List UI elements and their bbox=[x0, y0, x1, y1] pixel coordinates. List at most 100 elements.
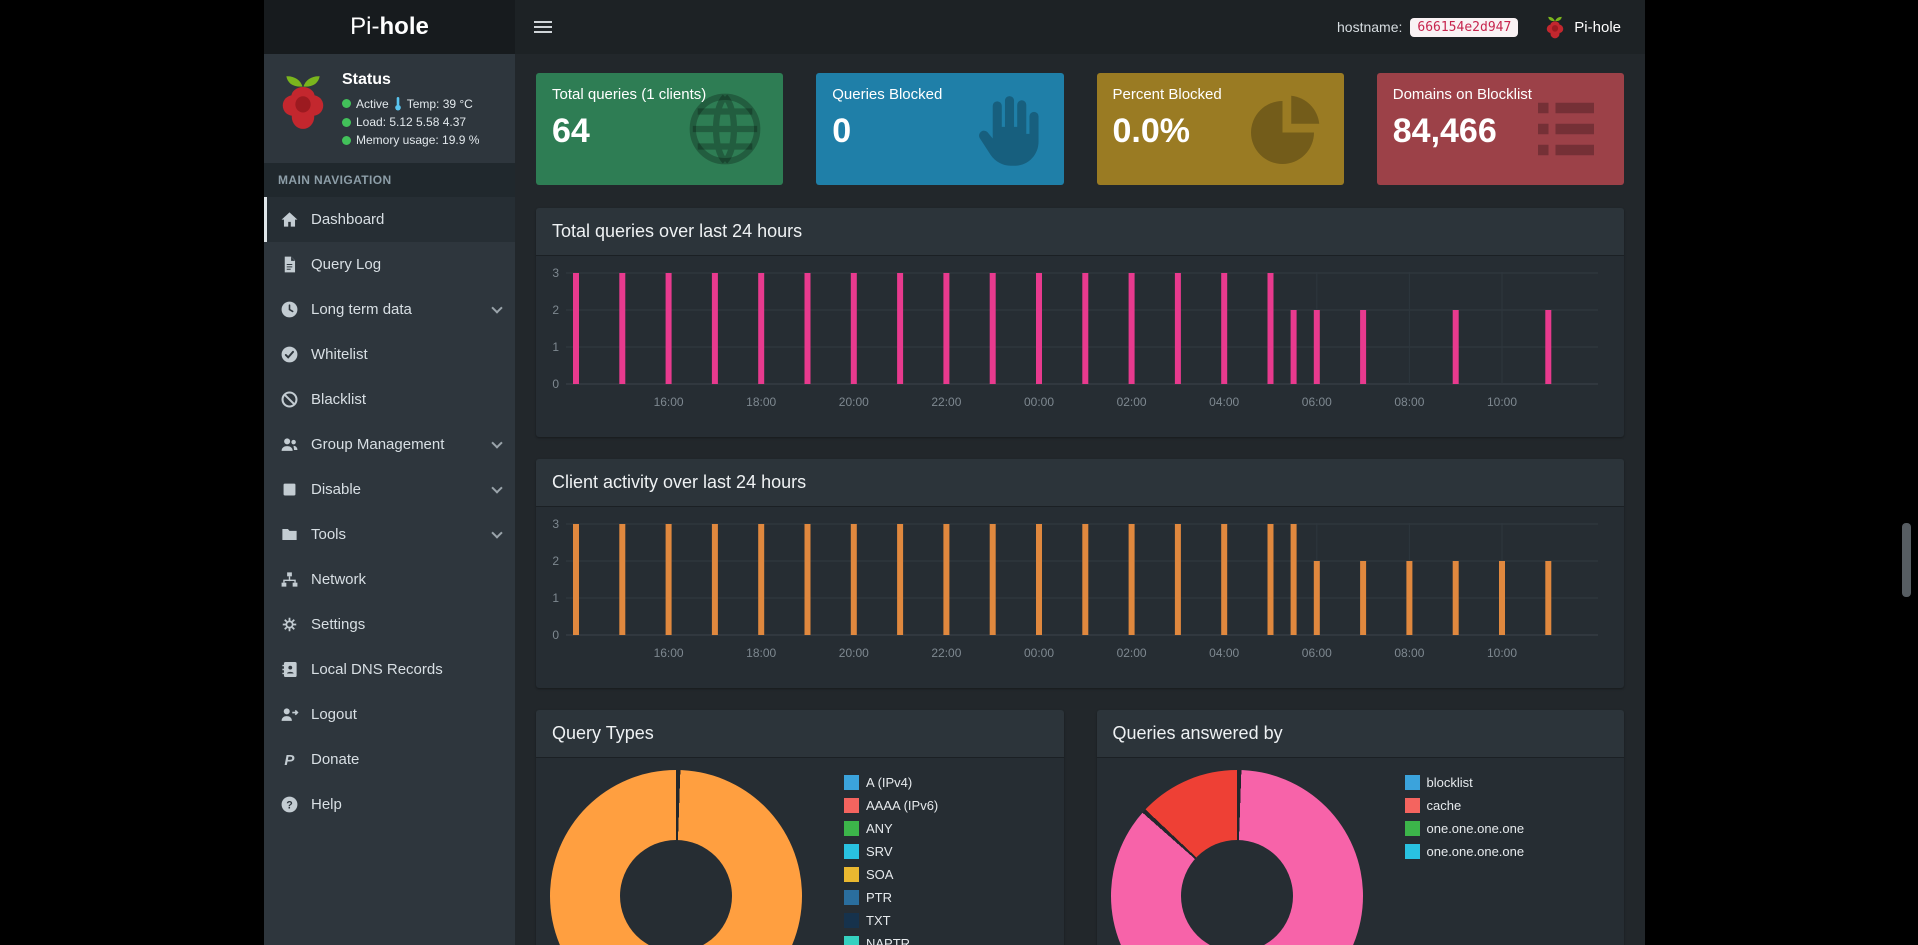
sidebar-item-label: Logout bbox=[311, 706, 357, 723]
sidebar-item-tools[interactable]: Tools bbox=[264, 512, 515, 557]
status-active-label: Active bbox=[356, 96, 389, 111]
sidebar-item-label: Network bbox=[311, 571, 367, 588]
svg-text:1: 1 bbox=[552, 340, 559, 354]
svg-text:00:00: 00:00 bbox=[1024, 395, 1054, 409]
panel-header: Client activity over last 24 hours bbox=[536, 459, 1624, 507]
svg-text:3: 3 bbox=[552, 517, 559, 531]
bar-chart-svg: 0 1 2 3 16:00 18:00 20:00 22:00 00:00 02:00 04:00 0… bbox=[552, 517, 1598, 660]
svg-text:08:00: 08:00 bbox=[1394, 395, 1424, 409]
legend-item[interactable]: cache bbox=[1404, 798, 1525, 813]
file-icon bbox=[280, 255, 299, 274]
pihole-app: Pi-hole hostname: 666154e2d947 Pi-hole S… bbox=[264, 0, 1645, 945]
legend-item[interactable]: PTR bbox=[844, 890, 938, 905]
sidebar-item-label: Local DNS Records bbox=[311, 661, 443, 678]
sidebar-item-label: Donate bbox=[311, 751, 360, 768]
topbar: Pi-hole hostname: 666154e2d947 Pi-hole bbox=[264, 0, 1645, 54]
sidebar-item-label: Whitelist bbox=[311, 346, 368, 363]
panel-header: Query Types bbox=[536, 710, 1064, 758]
legend-item[interactable]: SOA bbox=[844, 867, 938, 882]
topbar-right: hostname: 666154e2d947 Pi-hole bbox=[1337, 0, 1645, 54]
sidebar-toggle-button[interactable] bbox=[515, 0, 571, 54]
folder-icon bbox=[280, 525, 299, 544]
sidebar-item-network[interactable]: Network bbox=[264, 557, 515, 602]
queries-answered-chart: blocklist cache one.one.one.one one.one.one… bbox=[1097, 758, 1625, 945]
legend-label: SOA bbox=[866, 867, 894, 882]
svg-text:0: 0 bbox=[552, 628, 559, 642]
stat-card-percent-blocked: Percent Blocked 0.0% bbox=[1096, 73, 1344, 185]
sidebar-item-donate[interactable]: P Donate bbox=[264, 737, 515, 782]
panel-title: Client activity over last 24 hours bbox=[552, 472, 807, 492]
sidebar-item-logout[interactable]: Logout bbox=[264, 692, 515, 737]
brand-logo-link[interactable]: Pi-hole bbox=[264, 0, 515, 54]
total-queries-chart: 0 1 2 3 16:00 18:00 20:00 22:00 00:00 02:00 04:00 0… bbox=[536, 256, 1624, 437]
sidebar-item-blacklist[interactable]: Blacklist bbox=[264, 377, 515, 422]
sidebar-item-label: Dashboard bbox=[311, 211, 385, 228]
legend-item[interactable]: TXT bbox=[844, 913, 938, 928]
svg-text:06:00: 06:00 bbox=[1302, 395, 1332, 409]
sidebar-item-long-term-data[interactable]: Long term data bbox=[264, 287, 515, 332]
sidebar: Status Active Temp: 39 °C Load: 5.12 5.5… bbox=[264, 54, 515, 945]
main-content: Total queries (1 clients) 64 Queries Block… bbox=[515, 54, 1645, 945]
legend-item[interactable]: one.one.one.one bbox=[1404, 844, 1524, 859]
stat-card-domains-on-blocklist: Domains on Blocklist 84,466 bbox=[1376, 73, 1624, 185]
svg-text:10:00: 10:00 bbox=[1487, 646, 1517, 660]
legend-label: TXT bbox=[866, 913, 891, 928]
gear-icon bbox=[280, 615, 299, 634]
sidebar-item-label: Disable bbox=[311, 481, 362, 498]
status-dot-icon bbox=[342, 117, 351, 127]
legend-item[interactable]: ANY bbox=[844, 821, 938, 836]
svg-text:18:00: 18:00 bbox=[746, 646, 776, 660]
sidebar-item-help[interactable]: ? Help bbox=[264, 782, 515, 827]
legend-item[interactable]: AAAA (IPv6) bbox=[844, 798, 938, 813]
svg-text:04:00: 04:00 bbox=[1209, 395, 1239, 409]
legend-swatch-icon bbox=[844, 890, 859, 905]
ban-icon bbox=[280, 390, 299, 409]
svg-text:18:00: 18:00 bbox=[746, 395, 776, 409]
stat-card-title: Total queries (1 clients) bbox=[552, 86, 707, 103]
donut-hole bbox=[1180, 840, 1293, 945]
topbar-pihole-link[interactable]: Pi-hole bbox=[1544, 14, 1621, 40]
panel-title: Query Types bbox=[552, 723, 654, 743]
sidebar-item-whitelist[interactable]: Whitelist bbox=[264, 332, 515, 377]
svg-text:20:00: 20:00 bbox=[839, 646, 869, 660]
sidebar-item-settings[interactable]: Settings bbox=[264, 602, 515, 647]
stat-card-title: Queries Blocked bbox=[832, 86, 943, 103]
legend-swatch-icon bbox=[1404, 821, 1420, 836]
sidebar-item-query-log[interactable]: Query Log bbox=[264, 242, 515, 287]
legend-swatch-icon bbox=[844, 798, 859, 813]
svg-text:?: ? bbox=[286, 799, 293, 811]
sidebar-item-local-dns-records[interactable]: Local DNS Records bbox=[264, 647, 515, 692]
svg-text:0: 0 bbox=[552, 377, 559, 391]
query-types-chart: A (IPv4) AAAA (IPv6) ANY SRV SOA PTR TXT NAPTR bbox=[536, 758, 1064, 945]
thermometer-icon bbox=[394, 96, 402, 111]
legend-item[interactable]: SRV bbox=[844, 844, 938, 859]
sidebar-item-dashboard[interactable]: Dashboard bbox=[264, 197, 515, 242]
legend-swatch-icon bbox=[1404, 775, 1420, 790]
stat-card-value: 0 bbox=[832, 112, 852, 150]
legend-item[interactable]: A (IPv4) bbox=[844, 775, 938, 790]
legend-label: PTR bbox=[866, 890, 892, 905]
home-icon bbox=[280, 210, 299, 229]
legend-swatch-icon bbox=[844, 867, 859, 882]
svg-text:04:00: 04:00 bbox=[1209, 646, 1239, 660]
sidebar-item-label: Tools bbox=[311, 526, 347, 543]
svg-text:22:00: 22:00 bbox=[931, 395, 961, 409]
query-types-donut bbox=[550, 770, 802, 945]
logout-icon bbox=[280, 705, 299, 724]
client-activity-panel: Client activity over last 24 hours 0 1 2 3 1… bbox=[536, 459, 1624, 688]
queries-answered-donut bbox=[1110, 770, 1363, 945]
stat-card-value: 84,466 bbox=[1392, 112, 1497, 150]
legend-item[interactable]: NAPTR bbox=[844, 936, 938, 945]
legend-label: ANY bbox=[866, 821, 893, 836]
legend-item[interactable]: one.one.one.one bbox=[1404, 821, 1524, 836]
legend-item[interactable]: blocklist bbox=[1404, 775, 1525, 790]
sidebar-item-disable[interactable]: Disable bbox=[264, 467, 515, 512]
svg-text:16:00: 16:00 bbox=[654, 395, 684, 409]
brand-prefix: Pi- bbox=[350, 13, 380, 40]
sidebar-item-group-management[interactable]: Group Management bbox=[264, 422, 515, 467]
svg-text:02:00: 02:00 bbox=[1117, 646, 1147, 660]
status-panel: Status Active Temp: 39 °C Load: 5.12 5.5… bbox=[264, 54, 515, 163]
scrollbar-thumb[interactable] bbox=[1902, 523, 1911, 597]
sidebar-item-label: Settings bbox=[311, 616, 366, 633]
panel-title: Queries answered by bbox=[1112, 723, 1283, 743]
